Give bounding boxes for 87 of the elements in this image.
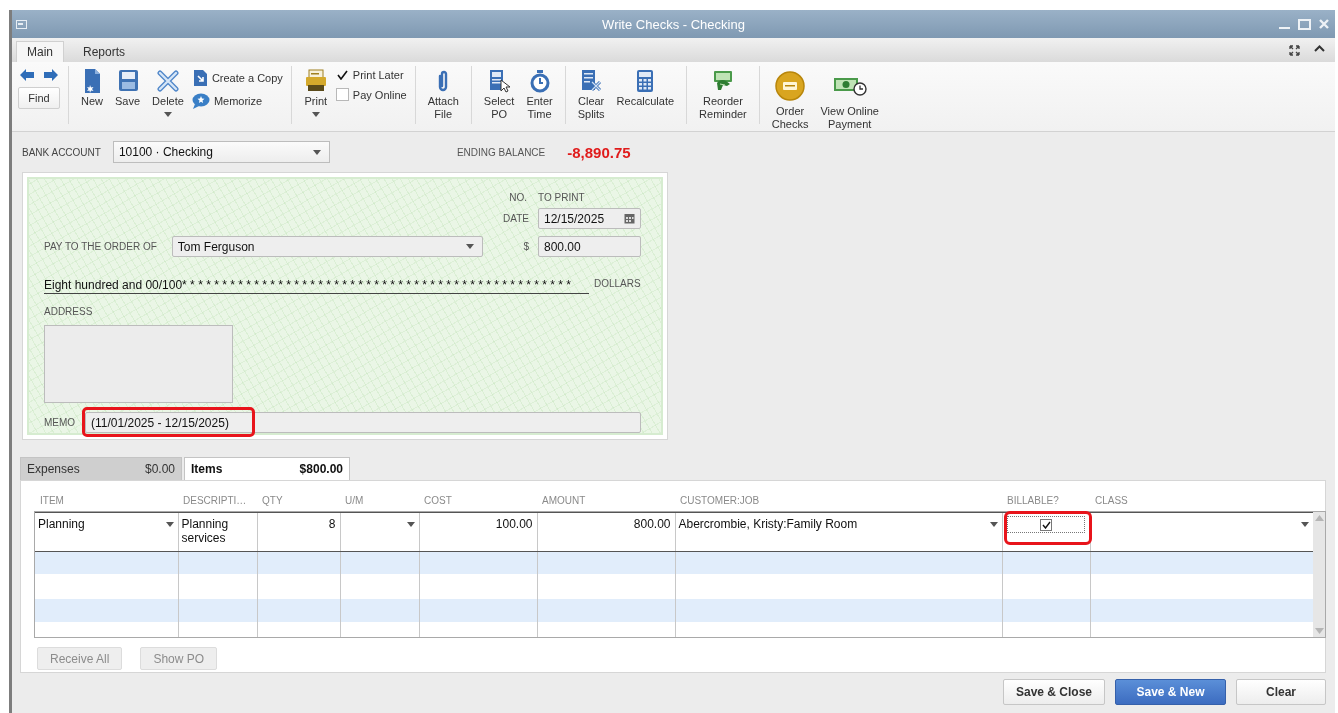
toolbar-button[interactable]: New xyxy=(77,66,107,109)
cross-icon[interactable] xyxy=(156,70,180,92)
document-cross-icon[interactable] xyxy=(580,69,603,93)
window-title: Write Checks - Checking xyxy=(602,17,745,32)
table-cell: 8 xyxy=(328,517,336,531)
toolbar-button[interactable]: Save xyxy=(111,66,145,109)
table-cell: Planning xyxy=(38,517,85,531)
checkbox[interactable] xyxy=(1040,518,1052,531)
check-number: TO PRINT xyxy=(537,191,586,203)
table-cell: 100.00 xyxy=(495,517,533,531)
dropdown-caret-icon[interactable] xyxy=(165,522,174,527)
field-label: ENDING BALANCE xyxy=(456,146,546,158)
toolbar-button[interactable]: Select PO xyxy=(479,66,519,122)
column-header: COST xyxy=(423,494,452,506)
column-header: BILLABLE? xyxy=(1006,494,1059,506)
ribbon-tab[interactable]: Main xyxy=(16,41,64,62)
toolbar-button[interactable]: Attach File xyxy=(423,66,463,122)
memo-field[interactable]: (11/01/2025 - 12/15/2025) xyxy=(85,412,641,433)
checkbox-label[interactable]: Pay Online xyxy=(352,88,407,101)
calendar-icon[interactable] xyxy=(624,213,635,224)
banknote-hand-icon[interactable] xyxy=(711,70,734,92)
currency-sign: $ xyxy=(523,241,529,252)
date-field[interactable]: 12/15/2025 xyxy=(538,208,641,229)
column-header: QTY xyxy=(261,494,283,506)
toolbar-button[interactable]: Clear Splits xyxy=(573,66,609,122)
toolbar-button[interactable]: Reorder Reminder xyxy=(695,66,751,122)
checkbox[interactable] xyxy=(335,68,349,81)
toolbar-button[interactable]: Order Checks xyxy=(767,66,813,132)
toolbar-button[interactable]: Create a Copy xyxy=(191,69,283,87)
dropdown-caret-icon[interactable] xyxy=(1301,522,1309,527)
column-header: ITEM xyxy=(39,494,64,506)
toolbar-button[interactable]: View Online Payment xyxy=(816,66,883,132)
ribbon-tab[interactable]: Reports xyxy=(72,41,137,62)
printer-icon[interactable] xyxy=(303,69,328,93)
dropdown-caret-icon[interactable] xyxy=(989,522,998,527)
calculator-icon[interactable] xyxy=(636,69,655,93)
round-card-icon[interactable] xyxy=(775,71,806,101)
document-cursor-icon[interactable] xyxy=(488,69,511,93)
fullscreen-icon[interactable] xyxy=(1289,44,1300,56)
right-arrow-icon[interactable] xyxy=(44,69,58,81)
dropdown-caret-icon xyxy=(312,149,321,155)
table-cell-text: Planning services xyxy=(181,517,230,545)
checkbox[interactable] xyxy=(335,88,349,101)
toolbar-button[interactable]: Recalculate xyxy=(612,66,679,109)
checkbox-label[interactable]: Print Later xyxy=(352,68,404,81)
footer-button[interactable]: Clear xyxy=(1236,679,1326,705)
field-label: MEMO xyxy=(44,417,77,428)
field-label: PAY TO THE ORDER OF xyxy=(44,241,157,252)
dropdown-caret-icon[interactable] xyxy=(164,112,172,117)
toolbar-button[interactable]: Memorize xyxy=(191,93,283,109)
payee-dropdown[interactable]: Tom Ferguson xyxy=(171,236,483,257)
footer-button[interactable]: Save & Close xyxy=(1002,679,1105,705)
banknote-clock-icon[interactable] xyxy=(832,76,867,96)
toolbar-button[interactable]: Enter Time xyxy=(522,66,557,122)
amount-field[interactable]: 800.00 xyxy=(538,236,641,257)
toolbar-button[interactable]: Print xyxy=(299,66,332,118)
amount-in-words: Eight hundred and 00/100* * * * * * * * * * * * * * * * * * * * * * * * * * * * * * * * * * * * * * * * * * * * * * * * * xyxy=(44,278,589,294)
left-arrow-icon[interactable] xyxy=(20,69,34,81)
speech-bubble-icon[interactable] xyxy=(191,93,210,109)
dropdown-caret-icon[interactable] xyxy=(406,522,415,527)
table-cell: Abercrombie, Kristy:Family Room xyxy=(678,517,858,531)
check-mark-icon xyxy=(336,69,348,80)
dropdown-caret-icon xyxy=(465,244,474,249)
column-header: CUSTOMER:JOB xyxy=(679,494,760,506)
collapse-icon[interactable] xyxy=(1314,44,1325,52)
field-label: DOLLARS xyxy=(594,278,641,289)
stopwatch-icon[interactable] xyxy=(529,69,550,93)
tab[interactable]: Items $800.00 xyxy=(184,457,350,480)
dropdown-caret-icon[interactable] xyxy=(311,112,320,117)
bank-account-dropdown[interactable]: 10100 · Checking xyxy=(112,141,330,163)
address-field[interactable] xyxy=(44,325,233,403)
check-mark-icon xyxy=(1041,520,1051,529)
field-label: NO. xyxy=(509,191,527,203)
column-header: CLASS xyxy=(1094,494,1128,506)
column-header: U/M xyxy=(344,494,364,506)
table-cell: 800.00 xyxy=(633,517,671,531)
footer-button[interactable]: Save & New xyxy=(1115,679,1226,705)
find-button[interactable]: Find xyxy=(18,87,60,109)
field-label: ADDRESS xyxy=(44,306,93,317)
column-header: AMOUNT xyxy=(541,494,586,506)
tab[interactable]: Expenses $0.00 xyxy=(20,457,182,480)
field-label: BANK ACCOUNT xyxy=(22,146,101,158)
document-arrow-icon[interactable] xyxy=(191,69,208,87)
ending-balance: -8,890.75 xyxy=(567,143,631,161)
column-header: DESCRIPTI… xyxy=(182,494,247,506)
field-label: DATE xyxy=(503,213,529,224)
toolbar-button[interactable]: Delete xyxy=(148,66,188,118)
